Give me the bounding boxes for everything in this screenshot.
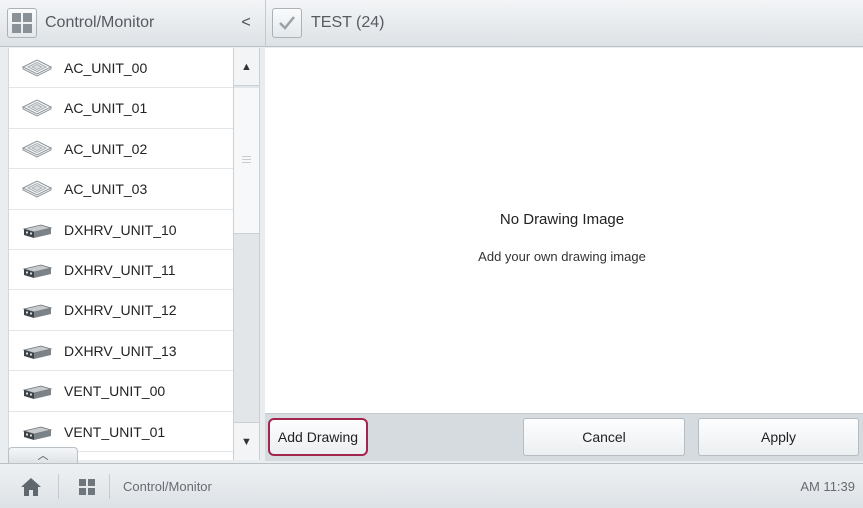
device-list-item[interactable]: AC_UNIT_01 [9,88,233,129]
grid-cell [88,488,95,495]
device-list-item[interactable]: AC_UNIT_02 [9,129,233,170]
list-header-title: Control/Monitor [45,14,155,31]
device-name: VENT_UNIT_01 [64,423,166,440]
device-list-item[interactable]: AC_UNIT_03 [9,169,233,210]
device-name: AC_UNIT_02 [64,140,148,157]
ventilation-unit-icon [21,380,53,402]
grid-cell [88,479,95,486]
group-title: TEST (24) [311,14,385,31]
expand-panel-tab[interactable]: ︿ [8,447,78,463]
grid-cell [12,24,21,33]
ventilation-unit-icon [21,421,53,443]
ventilation-unit-icon [21,340,53,362]
empty-drawing-subtitle: Add your own drawing image [478,249,646,264]
device-list-item[interactable]: DXHRV_UNIT_13 [9,331,233,372]
cassette-ac-icon [21,178,53,200]
action-bar: Add Drawing Cancel Apply [265,413,863,461]
empty-drawing-title: No Drawing Image [499,211,625,228]
device-list: AC_UNIT_00 AC_UNIT_01 AC_UNIT_02 AC_UNIT_03… [8,48,233,460]
cassette-ac-icon [21,57,53,79]
ventilation-unit-icon [21,219,53,241]
scroll-up-button[interactable]: ▲ [234,48,259,86]
grid-cell [12,13,21,22]
top-header: Control/Monitor < TEST (24) [0,0,863,47]
footer-breadcrumb: Control/Monitor [123,479,212,494]
device-name: DXHRV_UNIT_12 [64,302,177,319]
collapse-panel-button[interactable]: < [237,12,255,34]
scroll-down-button[interactable]: ▼ [234,422,259,460]
device-list-item[interactable]: DXHRV_UNIT_10 [9,210,233,250]
footer-divider [109,474,110,499]
grip-icon [242,156,251,163]
device-name: DXHRV_UNIT_11 [64,261,176,278]
clock: AM 11:39 [800,479,855,494]
device-list-item[interactable]: VENT_UNIT_00 [9,371,233,412]
scroll-thumb[interactable] [234,88,259,234]
device-list-item[interactable]: DXHRV_UNIT_12 [9,290,233,331]
footer-divider [58,474,59,499]
ventilation-unit-icon [21,259,53,281]
grid-cell [23,13,32,22]
check-icon [279,16,295,30]
select-all-checkbox[interactable] [272,8,302,38]
device-name: DXHRV_UNIT_13 [64,342,177,359]
home-icon[interactable] [20,477,42,497]
device-list-item[interactable]: VENT_UNIT_01 [9,412,233,452]
menu-grid-icon[interactable] [79,479,95,495]
add-drawing-button[interactable]: Add Drawing [268,418,368,456]
drawing-area: No Drawing Image Add your own drawing im… [265,48,863,413]
grid-cell [79,479,86,486]
device-name: DXHRV_UNIT_10 [64,221,177,238]
ventilation-unit-icon [21,299,53,321]
apply-button[interactable]: Apply [698,418,859,456]
device-name: AC_UNIT_00 [64,60,148,76]
device-name: AC_UNIT_03 [64,181,148,198]
cancel-button[interactable]: Cancel [523,418,685,456]
bottom-bar: Control/Monitor AM 11:39 [0,463,863,508]
header-divider [265,0,266,47]
device-name: VENT_UNIT_00 [64,383,166,400]
menu-grid-button[interactable] [7,8,37,38]
list-scrollbar[interactable]: ▲ ▼ [233,48,260,460]
device-name: AC_UNIT_01 [64,100,148,117]
cassette-ac-icon [21,138,53,160]
device-list-item[interactable]: AC_UNIT_00 [9,48,233,89]
grid-cell [79,488,86,495]
cassette-ac-icon [21,97,53,119]
list-header: Control/Monitor < [0,0,265,47]
device-list-item[interactable]: DXHRV_UNIT_11 [9,250,233,291]
grid-cell [23,24,32,33]
